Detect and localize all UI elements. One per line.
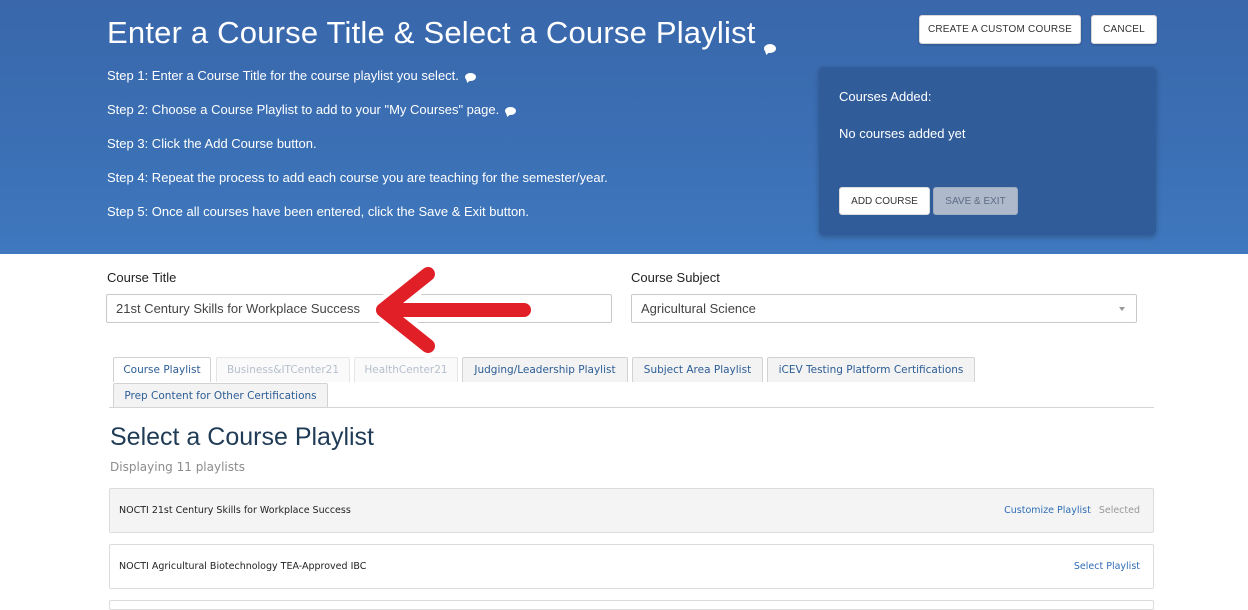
playlist-name: NOCTI Agricultural Biotechnology TEA-App… xyxy=(119,561,367,572)
add-course-button[interactable]: ADD COURSE xyxy=(839,187,930,215)
course-subject-value: Agricultural Science xyxy=(641,301,756,316)
playlist-row: NOCTI 21st Century Skills for Workplace … xyxy=(109,488,1154,533)
playlist-section-title: Select a Course Playlist xyxy=(110,423,375,451)
cancel-button[interactable]: CANCEL xyxy=(1091,15,1157,44)
step-2: Step 2: Choose a Course Playlist to add … xyxy=(107,103,608,137)
tab-business-it-center21[interactable]: Business&ITCenter21 xyxy=(216,357,350,382)
select-playlist-link[interactable]: Select Playlist xyxy=(1074,561,1140,572)
create-custom-course-button[interactable]: CREATE A CUSTOM COURSE xyxy=(919,15,1081,44)
tab-prep-content-other-certifications[interactable]: Prep Content for Other Certifications xyxy=(113,383,328,408)
playlist-row: NOCTI Agricultural Biotechnology TEA-App… xyxy=(109,544,1154,589)
speech-bubble-icon[interactable] xyxy=(464,72,476,81)
chevron-down-icon xyxy=(1119,307,1125,311)
tab-health-center21[interactable]: HealthCenter21 xyxy=(354,357,458,382)
tab-subject-area-playlist[interactable]: Subject Area Playlist xyxy=(632,357,763,382)
course-title-label: Course Title xyxy=(107,270,177,285)
step-3: Step 3: Click the Add Course button. xyxy=(107,136,317,151)
speech-bubble-icon[interactable] xyxy=(505,106,517,115)
steps-list: Step 1: Enter a Course Title for the cou… xyxy=(107,69,608,239)
customize-playlist-link[interactable]: Customize Playlist xyxy=(1004,505,1091,516)
tab-divider xyxy=(109,407,1154,408)
courses-added-label: Courses Added: xyxy=(839,89,932,104)
courses-empty-text: No courses added yet xyxy=(839,126,966,141)
course-subject-select[interactable]: Agricultural Science xyxy=(631,294,1137,323)
courses-added-panel: Courses Added: No courses added yet ADD … xyxy=(819,67,1156,235)
selected-status: Selected xyxy=(1098,505,1140,516)
playlist-row xyxy=(109,600,1154,610)
course-title-input[interactable] xyxy=(106,294,612,323)
course-subject-label: Course Subject xyxy=(631,270,720,285)
step-4: Step 4: Repeat the process to add each c… xyxy=(107,170,608,185)
page-title: Enter a Course Title & Select a Course P… xyxy=(107,15,776,53)
page-header: Enter a Course Title & Select a Course P… xyxy=(0,0,1248,254)
tab-course-playlist[interactable]: Course Playlist xyxy=(113,357,211,382)
step-1: Step 1: Enter a Course Title for the cou… xyxy=(107,69,608,103)
tab-icev-testing-certifications[interactable]: iCEV Testing Platform Certifications xyxy=(767,357,975,382)
speech-bubble-icon[interactable] xyxy=(763,44,776,53)
tab-judging-leadership-playlist[interactable]: Judging/Leadership Playlist xyxy=(462,357,628,382)
step-5: Step 5: Once all courses have been enter… xyxy=(107,204,530,219)
playlist-name: NOCTI 21st Century Skills for Workplace … xyxy=(119,505,351,516)
playlist-count: Displaying 11 playlists xyxy=(110,460,245,474)
save-exit-button[interactable]: SAVE & EXIT xyxy=(933,187,1018,215)
